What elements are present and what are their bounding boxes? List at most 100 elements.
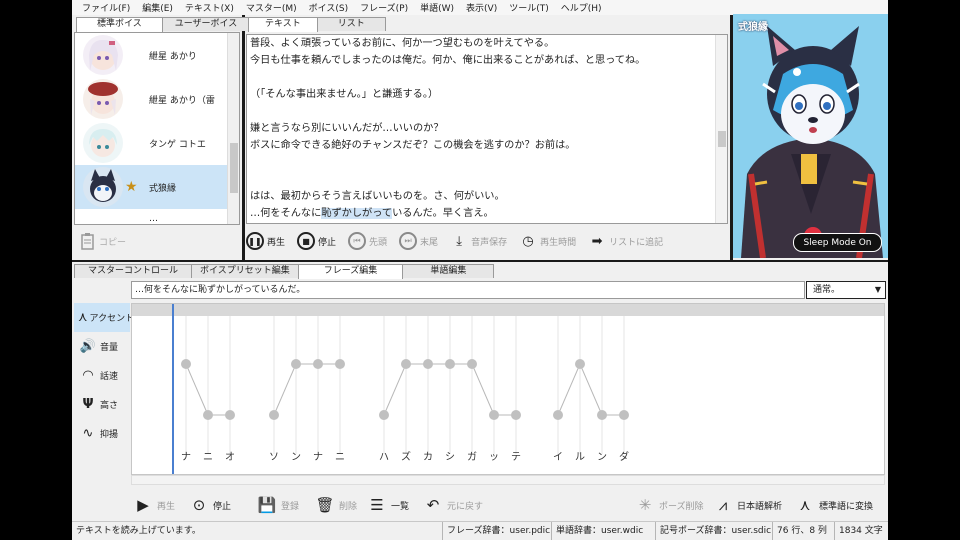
phrase-play-label: 再生	[157, 501, 176, 512]
tab-voice-preset[interactable]: ボイスプリセット編集	[191, 264, 299, 278]
voice-list-scrollbar[interactable]	[227, 33, 239, 224]
editor-tabs: テキスト リスト	[248, 17, 386, 32]
mora-label: テ	[511, 452, 521, 463]
convert-standard-button[interactable]: ⋏ 標準語に変換	[794, 492, 874, 518]
accent-point[interactable]	[203, 410, 213, 420]
accent-segment	[557, 363, 581, 416]
tab-standard-voice[interactable]: 標準ボイス	[76, 17, 163, 32]
voice-item[interactable]: 紲星 あかり	[75, 33, 239, 77]
revert-button[interactable]: ↶ 元に戻す	[422, 492, 483, 518]
accent-icon: ⋏	[78, 310, 88, 325]
tab-master-control[interactable]: マスターコントロール	[74, 264, 193, 278]
accent-point[interactable]	[553, 410, 563, 420]
tool-intonation[interactable]: ∿ 抑揚	[74, 419, 130, 448]
accent-point[interactable]	[575, 359, 585, 369]
tool-volume[interactable]: 🔊 音量	[74, 332, 130, 361]
tool-label: 高さ	[100, 401, 119, 411]
status-phrase-dict: フレーズ辞書：user.pdic	[442, 522, 550, 540]
voice-item[interactable]: 紲星 あかり（雷	[75, 77, 239, 121]
accent-point[interactable]	[291, 359, 301, 369]
menu-file[interactable]: ファイル(F)	[76, 1, 136, 14]
tab-user-voice[interactable]: ユーザーボイス	[161, 17, 251, 31]
favorite-star-icon[interactable]: ★	[125, 179, 138, 195]
stop-button[interactable]: ■ 停止	[297, 232, 336, 250]
horizontal-splitter[interactable]	[72, 260, 888, 262]
speaker-icon: 🔊	[79, 339, 97, 354]
accent-point[interactable]	[401, 359, 411, 369]
phrase-field[interactable]: …何をそんなに恥ずかしがっているんだ。	[131, 281, 805, 299]
go-to-start-button[interactable]: ⏮ 先頭	[348, 232, 387, 250]
accent-point[interactable]	[181, 359, 191, 369]
arrow-right-icon: ➡	[591, 233, 603, 249]
tab-phrase-edit[interactable]: フレーズ編集	[297, 264, 404, 279]
voice-item[interactable]: タンゲ コトエ	[75, 121, 239, 165]
copy-button[interactable]: コピー	[80, 232, 126, 250]
accent-point[interactable]	[269, 410, 279, 420]
accent-point[interactable]	[511, 410, 521, 420]
phrase-play-button[interactable]: ▶ 再生	[132, 492, 175, 518]
accent-point[interactable]	[619, 410, 629, 420]
accent-point[interactable]	[423, 359, 433, 369]
editor-scrollbar[interactable]	[715, 35, 727, 223]
play-icon: ▶	[137, 496, 149, 514]
status-char-count: 1834 文字	[834, 522, 883, 540]
accent-point[interactable]	[489, 410, 499, 420]
pause-button[interactable]: ❚❚ 再生	[246, 232, 285, 250]
voice-item-selected[interactable]: ★ 式狼縁	[75, 165, 239, 209]
accent-point[interactable]	[225, 410, 235, 420]
menu-word[interactable]: 単語(W)	[414, 1, 460, 14]
register-button[interactable]: 💾 登録	[256, 492, 299, 518]
accent-point[interactable]	[313, 359, 323, 369]
left-splitter[interactable]	[242, 15, 245, 260]
accent-point[interactable]	[379, 410, 389, 420]
play-time-button[interactable]: ◷ 再生時間	[519, 232, 576, 250]
tab-word-edit[interactable]: 単語編集	[402, 264, 495, 278]
app-window: ファイル(F) 編集(E) テキスト(X) マスター(M) ボイス(S) フレー…	[72, 0, 888, 540]
accent-graph[interactable]: ナ ニ オ ソ ン ナ ニ ハ ズカ シ ガ ッ テ イ ル ン ダ	[132, 304, 884, 474]
play-label: 再生	[267, 237, 286, 248]
tool-pitch[interactable]: Ψ 高さ	[74, 390, 130, 419]
accent-segment	[579, 363, 603, 416]
scrollbar-thumb[interactable]	[718, 131, 726, 147]
menu-edit[interactable]: 編集(E)	[136, 1, 179, 14]
mora-label: ダ	[619, 450, 629, 463]
go-to-end-button[interactable]: ⏭ 末尾	[399, 232, 438, 250]
accent-point[interactable]	[445, 359, 455, 369]
phrase-stop-button[interactable]: ⊙ 停止	[188, 492, 231, 518]
accent-point[interactable]	[335, 359, 345, 369]
stop-icon: ■	[297, 232, 316, 250]
pause-delete-button[interactable]: ✳ ポーズ削除	[634, 492, 704, 518]
tool-accent[interactable]: ⋏ アクセント	[74, 303, 134, 332]
voice-item[interactable]: …	[75, 209, 239, 224]
accent-icon: ⋏	[799, 496, 811, 514]
accent-scrollbar[interactable]	[131, 475, 885, 485]
text-after-highlight: いるんだ。早く言え。	[392, 208, 494, 219]
japanese-analysis-button[interactable]: ⩘ 日本語解析	[712, 492, 782, 518]
accent-editor[interactable]: ナ ニ オ ソ ン ナ ニ ハ ズカ シ ガ ッ テ イ ル ン ダ	[131, 303, 885, 475]
tab-list[interactable]: リスト	[316, 17, 386, 31]
to-standard-label: 標準語に変換	[819, 501, 874, 512]
menu-phrase[interactable]: フレーズ(P)	[354, 1, 414, 14]
menu-text[interactable]: テキスト(X)	[179, 1, 240, 14]
tool-speed[interactable]: ◠ 話速	[74, 361, 130, 390]
menu-tools[interactable]: ツール(T)	[503, 1, 555, 14]
tab-text[interactable]: テキスト	[248, 17, 318, 32]
accent-point[interactable]	[597, 410, 607, 420]
menu-view[interactable]: 表示(V)	[460, 1, 503, 14]
menu-voice[interactable]: ボイス(S)	[303, 1, 354, 14]
accent-point[interactable]	[467, 359, 477, 369]
status-bar: テキストを読み上げています。 フレーズ辞書：user.pdic 単語辞書：use…	[72, 521, 888, 540]
copy-label: コピー	[99, 237, 127, 248]
delete-button[interactable]: 🗑 削除	[314, 492, 357, 518]
menu-master[interactable]: マスター(M)	[240, 1, 303, 14]
menu-help[interactable]: ヘルプ(H)	[555, 1, 608, 14]
save-audio-button[interactable]: ⤓ 音声保存	[450, 232, 507, 250]
list-button[interactable]: ☰ 一覧	[366, 492, 409, 518]
text-editor[interactable]: 普段、よく頑張っているお前に、何か一つ望むものを叶えてやる。 今日も仕事を頼んで…	[246, 34, 728, 224]
add-to-list-button[interactable]: ➡ リストに追記	[588, 232, 663, 250]
scrollbar-thumb[interactable]	[230, 143, 238, 193]
skip-forward-icon: ⏭	[399, 232, 418, 250]
style-select[interactable]: 通常。 ▼	[806, 281, 886, 299]
voice-name: 紲星 あかり（雷	[149, 95, 215, 106]
mora-label: イ	[553, 452, 563, 463]
